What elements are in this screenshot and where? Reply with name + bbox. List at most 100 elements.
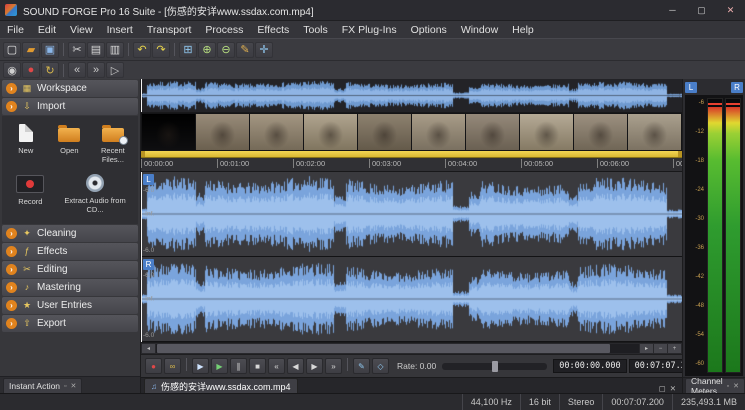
edit-tool-button[interactable]: ✎: [353, 358, 370, 374]
record-button[interactable]: ●: [145, 358, 162, 374]
right-channel-waveform[interactable]: R-6.0-Inf.-6.0: [141, 257, 682, 342]
channel-meters-tab[interactable]: Channel Meters ▫ ✕: [685, 378, 745, 393]
video-thumbnail[interactable]: [520, 114, 573, 150]
close-document-icon[interactable]: ✕: [670, 384, 676, 393]
go-to-end-button[interactable]: »: [325, 358, 342, 374]
time-ruler[interactable]: 00:00:0000:01:0000:02:0000:03:0000:04:00…: [141, 158, 682, 172]
video-thumbnail[interactable]: [142, 114, 195, 150]
scrollbar-thumb[interactable]: [157, 344, 610, 353]
import-record-button[interactable]: Record: [4, 170, 57, 206]
forward-button[interactable]: ▶: [306, 358, 323, 374]
import-recent-button[interactable]: Recent Files...: [91, 121, 135, 165]
menu-tools[interactable]: Tools: [296, 21, 335, 38]
sidebar-section-editing[interactable]: ›✂Editing: [2, 261, 138, 278]
scroll-left-button[interactable]: ◂: [142, 344, 155, 353]
loop-region-bar[interactable]: [141, 151, 682, 158]
cut-icon[interactable]: ✂: [68, 42, 86, 58]
right-channel-button[interactable]: R: [143, 259, 154, 270]
draw-tool-icon[interactable]: ✎: [236, 42, 254, 58]
rewind-button[interactable]: ◀: [287, 358, 304, 374]
video-thumbnail[interactable]: [628, 114, 681, 150]
restore-document-icon[interactable]: ▢: [659, 384, 666, 393]
cursor-position-display[interactable]: 00:00:00.000: [553, 359, 626, 373]
sidebar-section-workspace[interactable]: ›▦Workspace: [2, 80, 138, 97]
menu-fx-plug-ins[interactable]: FX Plug-Ins: [335, 21, 404, 38]
go-to-start-button[interactable]: «: [268, 358, 285, 374]
video-thumbnail[interactable]: [196, 114, 249, 150]
zoom-out-time-button[interactable]: −: [654, 344, 667, 353]
sidebar-section-export[interactable]: ›⇧Export: [2, 315, 138, 332]
video-thumbnail[interactable]: [574, 114, 627, 150]
minimize-button[interactable]: ─: [658, 0, 687, 20]
record-icon[interactable]: ●: [22, 62, 40, 78]
instant-action-tab[interactable]: Instant Action ▫ ✕: [3, 378, 82, 393]
copy-icon[interactable]: ▤: [87, 42, 105, 58]
play-all-button[interactable]: ▶: [192, 358, 209, 374]
video-thumbnail[interactable]: [304, 114, 357, 150]
meter-left-button[interactable]: L: [685, 82, 697, 93]
document-tab[interactable]: ♫ 伤感的安详www.ssdax.com.mp4: [144, 378, 298, 393]
paste-icon[interactable]: ▥: [106, 42, 124, 58]
sidebar-section-cleaning[interactable]: ›✦Cleaning: [2, 225, 138, 242]
selection-tool-icon[interactable]: ✛: [255, 42, 273, 58]
left-channel-waveform[interactable]: L-6.0-Inf.-6.0: [141, 172, 682, 257]
zoom-in-time-button[interactable]: +: [668, 344, 681, 353]
loop-playback-button[interactable]: ∞: [164, 358, 181, 374]
sidebar-section-effects[interactable]: ›ƒEffects: [2, 243, 138, 260]
menu-edit[interactable]: Edit: [31, 21, 63, 38]
zoom-out-icon[interactable]: ⊖: [217, 42, 235, 58]
save-icon[interactable]: ▣: [41, 42, 59, 58]
overview-waveform[interactable]: [141, 79, 682, 113]
import-new-button[interactable]: New: [4, 121, 48, 155]
menu-process[interactable]: Process: [198, 21, 250, 38]
left-channel-canvas[interactable]: [141, 172, 682, 256]
play-button[interactable]: ▶: [211, 358, 228, 374]
stop-button[interactable]: ■: [249, 358, 266, 374]
rate-slider[interactable]: [442, 363, 547, 370]
close-icon[interactable]: ✕: [733, 382, 739, 390]
menu-options[interactable]: Options: [404, 21, 454, 38]
video-thumbnail[interactable]: [412, 114, 465, 150]
import-extract-cd-button[interactable]: Extract Audio from CD...: [57, 170, 134, 215]
rate-slider-knob[interactable]: [492, 361, 498, 372]
menu-window[interactable]: Window: [454, 21, 505, 38]
video-thumbnail[interactable]: [250, 114, 303, 150]
meter-right-button[interactable]: R: [731, 82, 743, 93]
scroll-right-button[interactable]: ▸: [640, 344, 653, 353]
import-open-button[interactable]: Open: [48, 121, 92, 155]
open-folder-icon[interactable]: ▰: [22, 42, 40, 58]
close-button[interactable]: ✕: [716, 0, 745, 20]
left-channel-button[interactable]: L: [143, 174, 154, 185]
sidebar-section-mastering[interactable]: ›♪Mastering: [2, 279, 138, 296]
menu-effects[interactable]: Effects: [250, 21, 296, 38]
envelope-tool-button[interactable]: ◇: [372, 358, 389, 374]
video-thumbnail[interactable]: [466, 114, 519, 150]
record-options-icon[interactable]: ◉: [3, 62, 21, 78]
scrollbar-track[interactable]: [156, 344, 639, 353]
pause-button[interactable]: ∥: [230, 358, 247, 374]
preview-icon[interactable]: ▷: [106, 62, 124, 78]
zoom-in-icon[interactable]: ⊕: [198, 42, 216, 58]
menu-help[interactable]: Help: [505, 21, 541, 38]
loop-icon[interactable]: ↻: [41, 62, 59, 78]
overview-waveform-canvas[interactable]: [141, 79, 682, 112]
playhead-cursor[interactable]: [141, 172, 142, 342]
menu-file[interactable]: File: [0, 21, 31, 38]
sidebar-section-user-entries[interactable]: ›★User Entries: [2, 297, 138, 314]
undo-icon[interactable]: ↶: [133, 42, 151, 58]
go-to-end-icon[interactable]: »: [87, 62, 105, 78]
pin-icon[interactable]: ▫: [64, 383, 66, 390]
right-channel-canvas[interactable]: [141, 257, 682, 341]
menu-transport[interactable]: Transport: [140, 21, 199, 38]
close-icon[interactable]: ✕: [71, 382, 77, 390]
maximize-button[interactable]: ▢: [687, 0, 716, 20]
redo-icon[interactable]: ↷: [152, 42, 170, 58]
pin-icon[interactable]: ▫: [727, 383, 729, 390]
new-file-icon[interactable]: ▢: [3, 42, 21, 58]
snap-icon[interactable]: ⊞: [179, 42, 197, 58]
menu-view[interactable]: View: [63, 21, 100, 38]
menu-insert[interactable]: Insert: [100, 21, 140, 38]
sidebar-section-import[interactable]: ›⇩Import: [2, 98, 138, 115]
video-thumbnail[interactable]: [358, 114, 411, 150]
go-to-start-icon[interactable]: «: [68, 62, 86, 78]
